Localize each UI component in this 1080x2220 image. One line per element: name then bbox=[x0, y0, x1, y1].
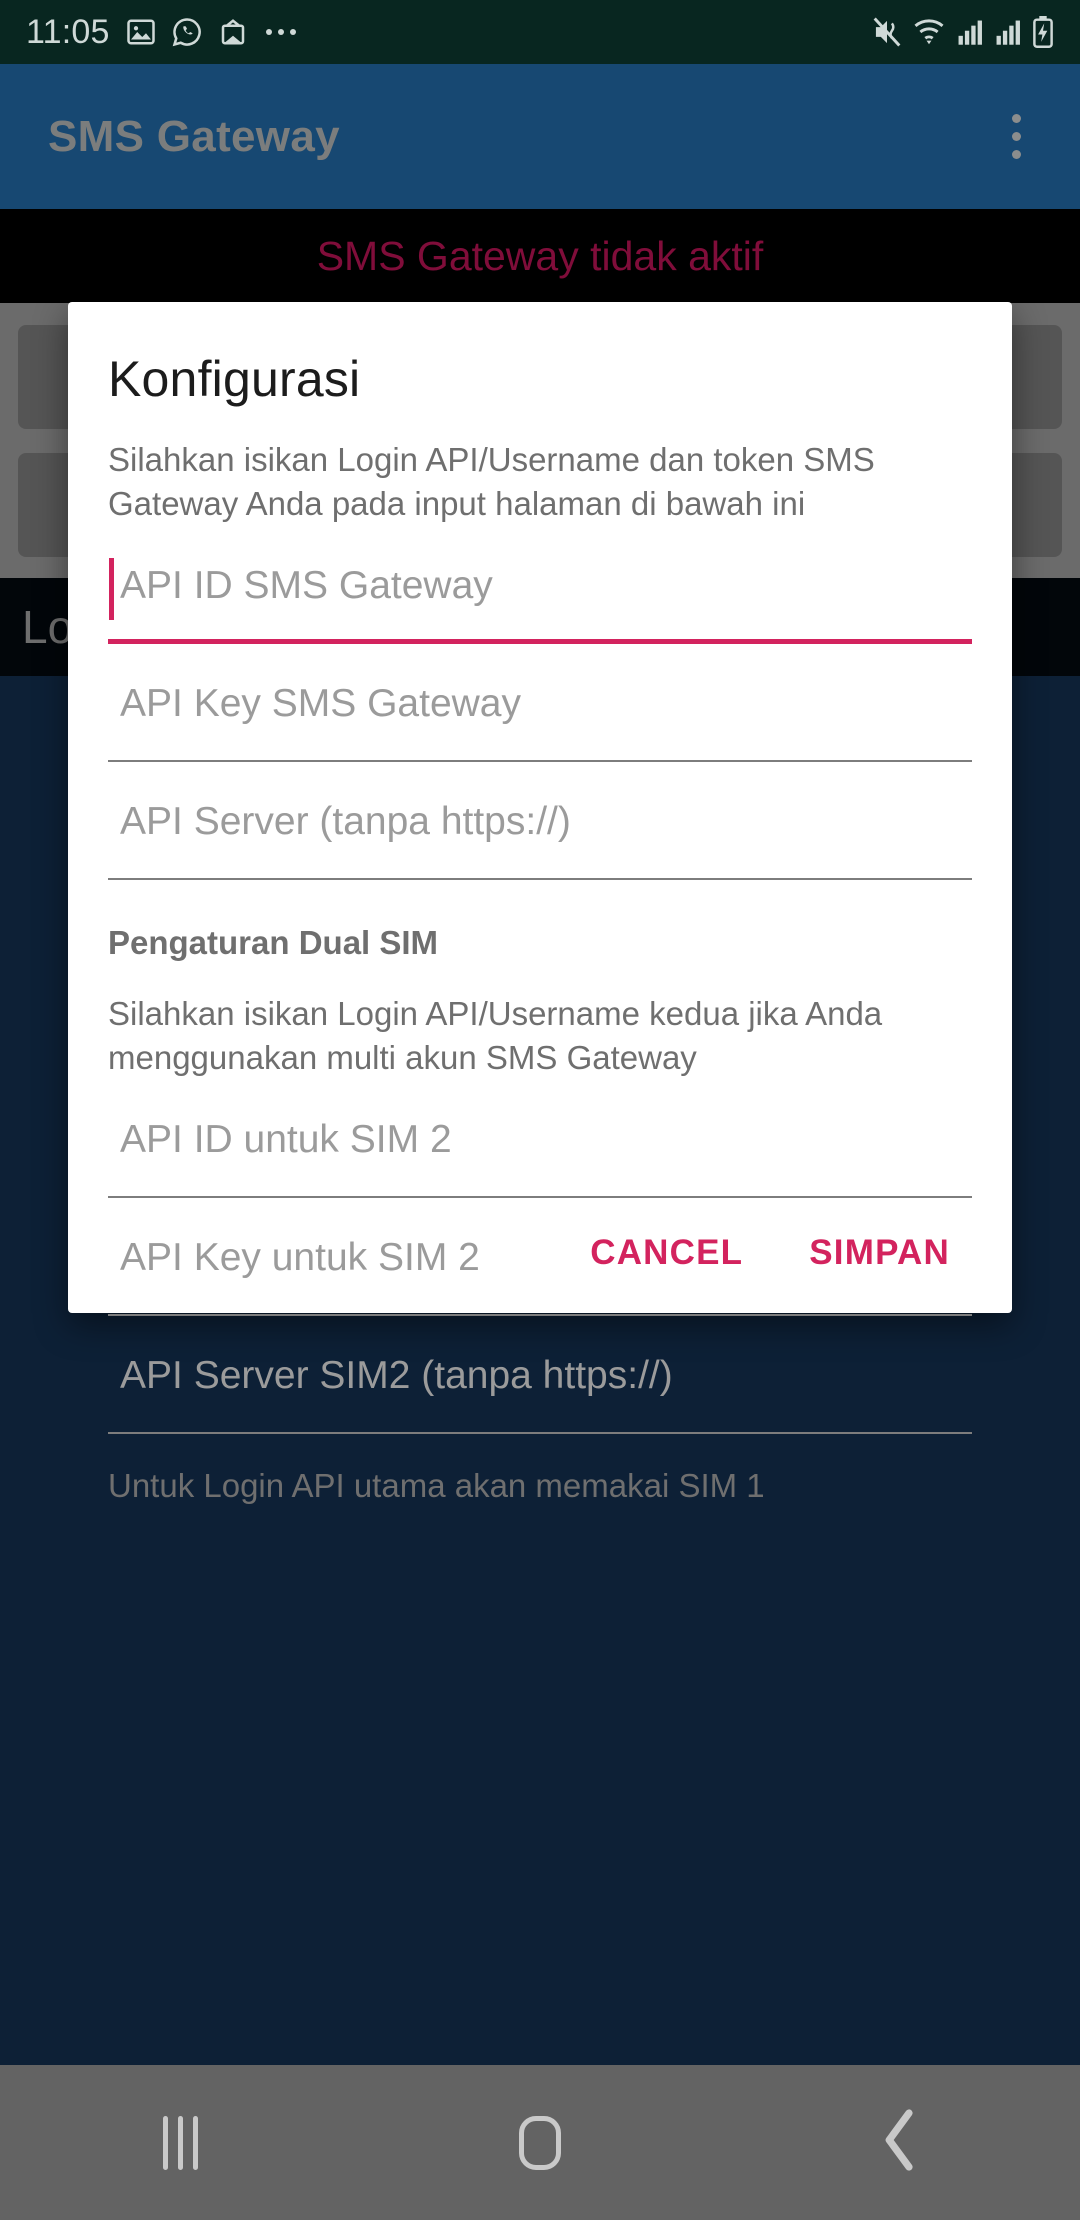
system-nav-bar bbox=[0, 2065, 1080, 2220]
home-button[interactable] bbox=[465, 2093, 615, 2193]
text-caret bbox=[109, 557, 114, 620]
api-key-field[interactable]: API Key SMS Gateway bbox=[108, 670, 972, 762]
simpan-button[interactable]: SIMPAN bbox=[787, 1215, 972, 1291]
home-icon bbox=[519, 2115, 561, 2170]
field-underline bbox=[108, 1431, 972, 1434]
back-icon bbox=[882, 2109, 918, 2176]
recents-button[interactable] bbox=[105, 2093, 255, 2193]
phone-screen: 11:05 SMS Gateway SMS Gateway tidak akti… bbox=[0, 0, 1080, 2220]
api-id-placeholder: API ID SMS Gateway bbox=[120, 563, 493, 607]
bar bbox=[192, 2115, 198, 2170]
api-id-sim2-field[interactable]: API ID untuk SIM 2 bbox=[108, 1106, 972, 1198]
api-id-field[interactable]: API ID SMS Gateway bbox=[108, 552, 972, 644]
dialog-actions: CANCEL SIMPAN bbox=[568, 1215, 972, 1291]
api-key-sim2-placeholder: API Key untuk SIM 2 bbox=[120, 1235, 480, 1279]
api-id-sim2-placeholder: API ID untuk SIM 2 bbox=[120, 1117, 452, 1161]
api-key-placeholder: API Key SMS Gateway bbox=[120, 681, 521, 725]
bar bbox=[162, 2115, 168, 2170]
field-underline bbox=[108, 638, 972, 644]
field-underline bbox=[108, 1313, 972, 1316]
recents-icon bbox=[162, 2115, 198, 2170]
api-server-placeholder: API Server (tanpa https://) bbox=[120, 799, 571, 843]
cancel-button[interactable]: CANCEL bbox=[568, 1215, 765, 1291]
dual-sim-section-title: Pengaturan Dual SIM bbox=[108, 923, 439, 961]
api-server-sim2-placeholder: API Server SIM2 (tanpa https://) bbox=[120, 1353, 673, 1397]
bar bbox=[177, 2115, 183, 2170]
api-server-field[interactable]: API Server (tanpa https://) bbox=[108, 788, 972, 880]
field-underline bbox=[108, 877, 972, 880]
dual-sim-note: Untuk Login API utama akan memakai SIM 1 bbox=[108, 1466, 765, 1504]
dual-sim-description: Silahkan isikan Login API/Username kedua… bbox=[108, 994, 883, 1076]
back-button[interactable] bbox=[825, 2093, 975, 2193]
field-underline bbox=[108, 759, 972, 762]
field-underline bbox=[108, 1195, 972, 1198]
konfigurasi-dialog: Konfigurasi Silahkan isikan Login API/Us… bbox=[68, 302, 1012, 1504]
api-server-sim2-field[interactable]: API Server SIM2 (tanpa https://) bbox=[108, 1342, 972, 1434]
dialog-title: Konfigurasi bbox=[108, 351, 361, 407]
dialog-description: Silahkan isikan Login API/Username dan t… bbox=[108, 441, 875, 522]
